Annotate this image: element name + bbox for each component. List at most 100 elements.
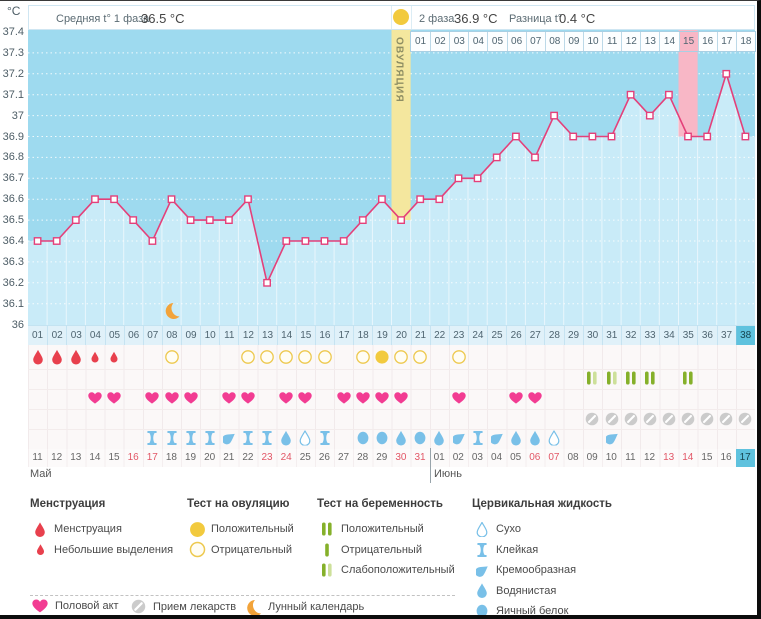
cycle-day-cell[interactable]: 23 xyxy=(449,326,468,345)
calendar-date-cell[interactable]: 04 xyxy=(487,449,506,467)
temp-point xyxy=(513,133,519,139)
cycle-day-cell[interactable]: 12 xyxy=(238,326,257,345)
legend-item: Яичный белок xyxy=(472,601,612,619)
calendar-date-cell[interactable]: 19 xyxy=(181,449,200,467)
ovulation-test-negative-icon xyxy=(451,350,466,365)
legend-item: Положительный xyxy=(317,519,455,540)
cycle-day-cell[interactable]: 27 xyxy=(525,326,544,345)
temp-point xyxy=(398,217,404,223)
cycle-day-cell[interactable]: 26 xyxy=(506,326,525,345)
cycle-day-cell[interactable]: 22 xyxy=(430,326,449,345)
legend-section: МенструацияМенструацияНебольшие выделени… xyxy=(30,498,173,560)
cycle-day-cell[interactable]: 38 xyxy=(736,326,755,345)
pregnancy-test-positive-icon xyxy=(682,371,694,385)
calendar-date-cell[interactable]: 16 xyxy=(717,449,736,467)
month-label-may: Май xyxy=(30,468,52,480)
calendar-date-cell[interactable]: 15 xyxy=(105,449,124,467)
calendar-date-cell[interactable]: 23 xyxy=(258,449,277,467)
calendar-date-cell[interactable]: 28 xyxy=(353,449,372,467)
calendar-date-cell[interactable]: 13 xyxy=(66,449,85,467)
ovulation-test-negative-icon xyxy=(298,350,313,365)
y-axis-label: 37.3 xyxy=(0,47,24,59)
calendar-date-cell[interactable]: 29 xyxy=(372,449,391,467)
cycle-day-cell[interactable]: 33 xyxy=(640,326,659,345)
cycle-day-cell[interactable]: 37 xyxy=(717,326,736,345)
cycle-day-cell[interactable]: 25 xyxy=(487,326,506,345)
calendar-date-cell[interactable]: 11 xyxy=(28,449,47,467)
cycle-day-cell[interactable]: 11 xyxy=(219,326,238,345)
cycle-day-cell[interactable]: 05 xyxy=(105,326,124,345)
cervical-fluid-icon xyxy=(395,431,407,446)
cycle-day-cell[interactable]: 32 xyxy=(621,326,640,345)
calendar-date-cell[interactable]: 18 xyxy=(162,449,181,467)
calendar-date-cell[interactable]: 03 xyxy=(468,449,487,467)
calendar-date-cell[interactable]: 12 xyxy=(47,449,66,467)
phase2-day-cell: 08 xyxy=(545,32,564,51)
calendar-date-cell[interactable]: 17 xyxy=(736,449,755,467)
cycle-day-cell[interactable]: 02 xyxy=(47,326,66,345)
calendar-date-cell[interactable]: 12 xyxy=(640,449,659,467)
cycle-day-cell[interactable]: 29 xyxy=(564,326,583,345)
intercourse-icon xyxy=(279,392,293,404)
calendar-date-cell[interactable]: 26 xyxy=(315,449,334,467)
calendar-date-cell[interactable]: 07 xyxy=(544,449,563,467)
cycle-day-cell[interactable]: 34 xyxy=(659,326,678,345)
calendar-date-cell[interactable]: 06 xyxy=(525,449,544,467)
cycle-day-cell[interactable]: 16 xyxy=(315,326,334,345)
temp-point xyxy=(130,217,136,223)
calendar-date-cell[interactable]: 17 xyxy=(143,449,162,467)
calendar-date-cell[interactable]: 01 xyxy=(430,449,449,467)
cycle-day-cell[interactable]: 15 xyxy=(296,326,315,345)
calendar-date-cell[interactable]: 10 xyxy=(602,449,621,467)
cycle-day-cell[interactable]: 08 xyxy=(162,326,181,345)
phase2-day-cell: 14 xyxy=(659,32,678,51)
cycle-day-cell[interactable]: 19 xyxy=(372,326,391,345)
cycle-day-cell[interactable]: 03 xyxy=(66,326,85,345)
phase2-value: 36.9 °C xyxy=(454,11,498,26)
calendar-date-cell[interactable]: 05 xyxy=(506,449,525,467)
calendar-date-cell[interactable]: 14 xyxy=(678,449,697,467)
cycle-day-cell[interactable]: 04 xyxy=(85,326,104,345)
calendar-date-cell[interactable]: 09 xyxy=(583,449,602,467)
ovulation-test-negative-icon xyxy=(241,350,256,365)
calendar-date-cell[interactable]: 24 xyxy=(277,449,296,467)
calendar-date-cell[interactable]: 16 xyxy=(124,449,143,467)
phase2-day-cell: 16 xyxy=(698,32,717,51)
calendar-date-cell[interactable]: 31 xyxy=(411,449,430,467)
cycle-day-cell[interactable]: 07 xyxy=(143,326,162,345)
cycle-day-cell[interactable]: 31 xyxy=(602,326,621,345)
calendar-date-cell[interactable]: 13 xyxy=(659,449,678,467)
cycle-day-cell[interactable]: 01 xyxy=(28,326,47,345)
cycle-day-cell[interactable]: 30 xyxy=(583,326,602,345)
calendar-date-cell[interactable]: 30 xyxy=(391,449,410,467)
cycle-day-cell[interactable]: 17 xyxy=(334,326,353,345)
calendar-date-cell[interactable]: 02 xyxy=(449,449,468,467)
cycle-day-cell[interactable]: 20 xyxy=(391,326,410,345)
cycle-day-cell[interactable]: 10 xyxy=(200,326,219,345)
phase2-day-cell: 13 xyxy=(640,32,659,51)
cycle-day-cell[interactable]: 06 xyxy=(124,326,143,345)
cycle-day-cell[interactable]: 18 xyxy=(353,326,372,345)
calendar-date-cell[interactable]: 14 xyxy=(85,449,104,467)
cycle-day-cell[interactable]: 21 xyxy=(411,326,430,345)
cycle-day-cell[interactable]: 14 xyxy=(277,326,296,345)
calendar-date-cell[interactable]: 20 xyxy=(200,449,219,467)
cycle-day-cell[interactable]: 28 xyxy=(544,326,563,345)
cycle-day-cell[interactable]: 35 xyxy=(678,326,697,345)
calendar-date-cell[interactable]: 11 xyxy=(621,449,640,467)
cycle-day-cell[interactable]: 24 xyxy=(468,326,487,345)
temp-point xyxy=(455,175,461,181)
calendar-date-cell[interactable]: 22 xyxy=(238,449,257,467)
row-divider xyxy=(28,369,755,370)
calendar-date-cell[interactable]: 15 xyxy=(697,449,716,467)
calendar-date-cell[interactable]: 21 xyxy=(219,449,238,467)
cycle-day-cell[interactable]: 36 xyxy=(697,326,716,345)
calendar-date-cell[interactable]: 25 xyxy=(296,449,315,467)
calendar-date-cell[interactable]: 27 xyxy=(334,449,353,467)
legend-section-title: Тест на овуляцию xyxy=(187,498,294,510)
temp-point xyxy=(187,217,193,223)
cycle-day-cell[interactable]: 09 xyxy=(181,326,200,345)
legend-cf-creamy-icon xyxy=(472,563,492,578)
calendar-date-cell[interactable]: 08 xyxy=(564,449,583,467)
cycle-day-cell[interactable]: 13 xyxy=(258,326,277,345)
